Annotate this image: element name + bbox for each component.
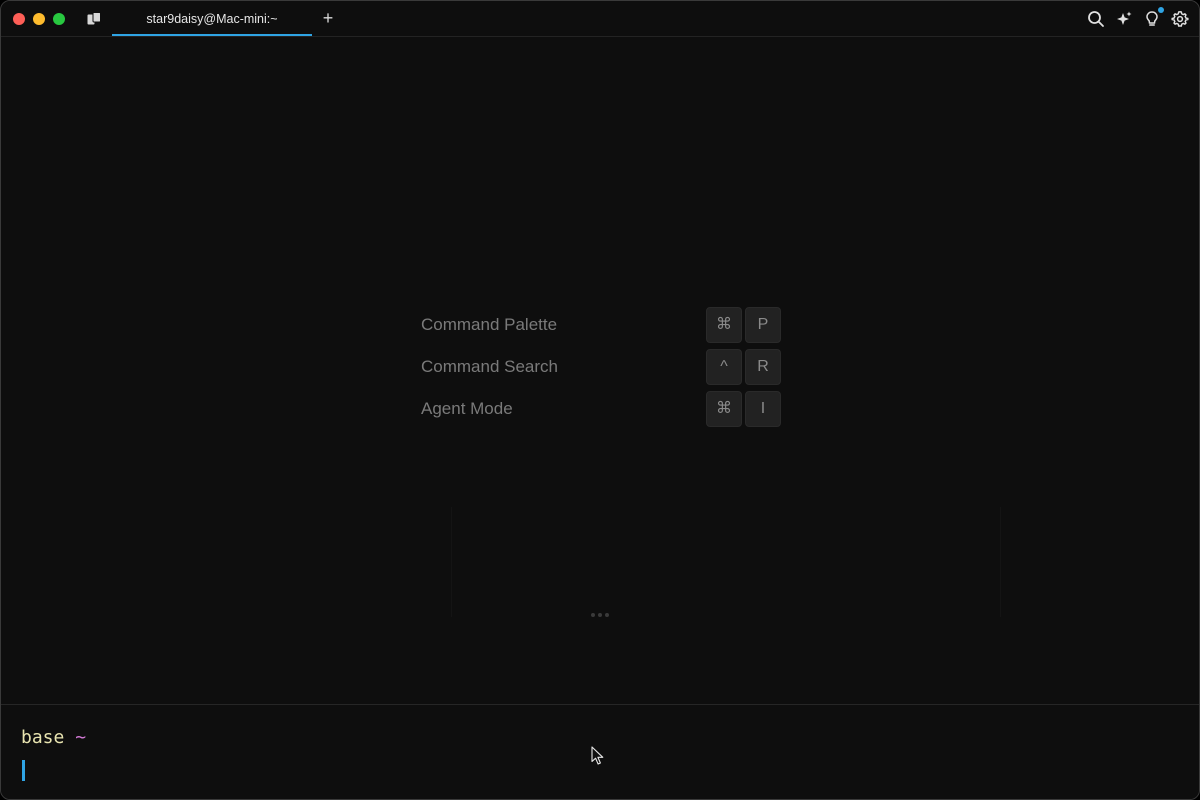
faint-panel [451,507,1001,617]
letter-key: P [745,307,781,343]
shortcut-label: Command Search [421,357,559,376]
minimize-window-button[interactable] [33,13,45,25]
new-tab-button[interactable]: + [319,9,337,27]
close-window-button[interactable] [13,13,25,25]
search-icon[interactable] [1087,10,1105,28]
tabs-panel-icon[interactable] [87,12,101,25]
tab-active-indicator [112,34,312,36]
letter-key: R [745,349,781,385]
command-key: ⌘ [706,391,742,427]
shortcut-command-search[interactable]: Command Search ^ R [421,349,801,385]
shortcut-agent-mode[interactable]: Agent Mode ⌘ I [421,391,801,427]
prompt-directory: ~ [75,727,87,748]
sparkle-icon[interactable] [1115,10,1133,28]
shortcut-label: Command Palette [421,315,558,334]
shell-prompt: base ~ [21,727,86,748]
shortcut-command-palette[interactable]: Command Palette ⌘ P [421,307,801,343]
prompt-env: base [21,727,65,748]
title-bar: star9daisy@Mac-mini:~ + [1,1,1199,37]
shortcut-label: Agent Mode [421,399,513,418]
control-key: ^ [706,349,742,385]
notification-dot [1158,7,1164,13]
lightbulb-icon[interactable] [1143,10,1161,28]
tab-title: star9daisy@Mac-mini:~ [146,11,278,26]
terminal-window: star9daisy@Mac-mini:~ + Command Palette … [0,0,1200,800]
text-cursor [22,760,25,781]
more-options-icon[interactable] [591,613,609,617]
maximize-window-button[interactable] [53,13,65,25]
tab-active[interactable]: star9daisy@Mac-mini:~ [112,1,312,36]
command-input-area[interactable]: base ~ [1,704,1199,799]
terminal-output-area: Command Palette ⌘ P Command Search ^ R A… [1,37,1199,704]
letter-key: I [745,391,781,427]
command-key: ⌘ [706,307,742,343]
gear-icon[interactable] [1171,10,1189,28]
mouse-pointer-icon [591,746,605,766]
